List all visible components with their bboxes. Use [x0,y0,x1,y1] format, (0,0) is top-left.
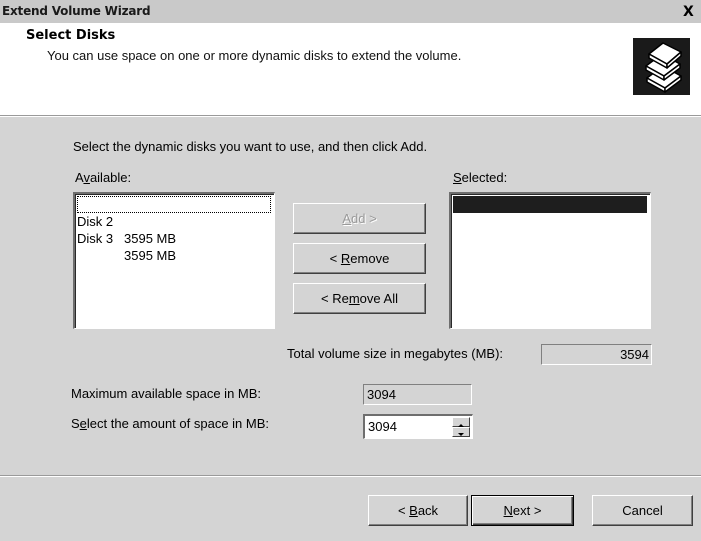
select-space-label: Select the amount of space in MB: [71,416,270,431]
list-item[interactable]: Disk 1 3094 MB [453,196,647,246]
header-divider-highlight [0,116,701,117]
selected-disks-list[interactable]: Disk 1 3094 MB [449,192,651,329]
max-space-label: Maximum available space in MB: [71,386,262,401]
add-button[interactable]: Add > [293,203,426,234]
available-label: Available: [75,170,132,185]
page-title: Select Disks [26,28,116,43]
max-space-value: 3094 [363,384,472,405]
total-size-label: Total volume size in megabytes (MB): [287,346,504,361]
page-subtitle: You can use space on one or more dynamic… [47,48,462,63]
cancel-button[interactable]: Cancel [592,495,693,526]
title-bar: Extend Volume Wizard X [0,0,701,23]
selected-label: Selected: [453,170,508,185]
available-disks-list[interactable]: Disk 2 3595 MB Disk 3 3595 MB [73,192,275,329]
footer-divider-highlight [0,476,701,477]
stacked-disks-icon [633,38,690,95]
instructions-text: Select the dynamic disks you want to use… [73,139,428,154]
window-title: Extend Volume Wizard [2,4,151,18]
next-button[interactable]: Next > [471,495,574,526]
spin-down-button[interactable] [452,427,470,437]
close-button[interactable]: X [683,4,699,20]
back-button[interactable]: < Back [368,495,468,526]
list-item[interactable]: Disk 3 3595 MB [77,213,271,263]
list-item[interactable]: Disk 2 3595 MB [77,196,271,246]
down-arrow-icon [458,433,464,436]
remove-all-button[interactable]: < Remove All [293,283,426,314]
spin-up-button[interactable] [452,417,470,427]
total-size-value: 3594 [541,344,652,365]
remove-button[interactable]: < Remove [293,243,426,274]
